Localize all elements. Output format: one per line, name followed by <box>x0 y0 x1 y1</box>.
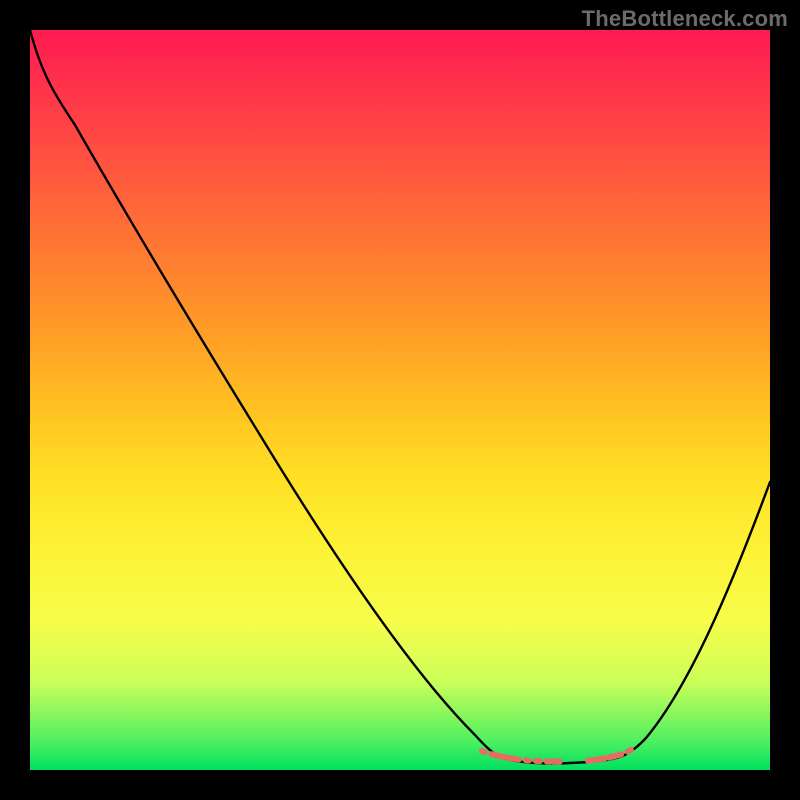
bottleneck-curve-path <box>30 30 770 763</box>
chart-frame: TheBottleneck.com <box>0 0 800 800</box>
curve-layer <box>30 30 770 770</box>
plot-area <box>30 30 770 770</box>
watermark-text: TheBottleneck.com <box>582 6 788 32</box>
optimal-range-marker-path <box>482 750 631 762</box>
